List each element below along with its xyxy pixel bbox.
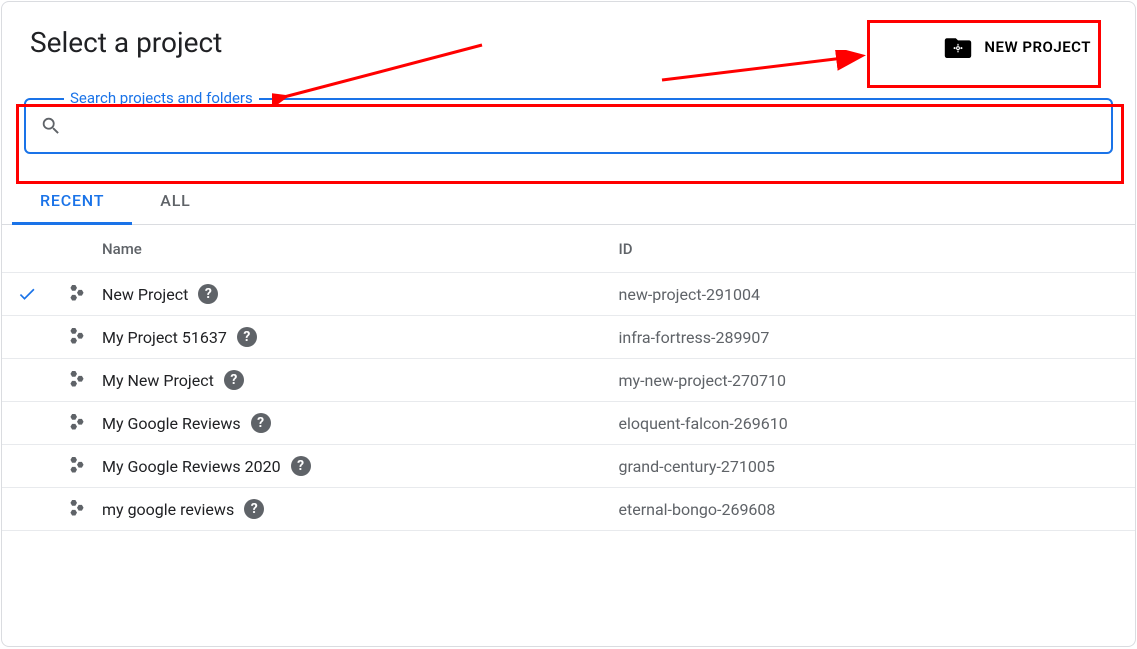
new-project-folder-icon <box>944 36 972 58</box>
table-row[interactable]: New Project?new-project-291004 <box>2 273 1135 316</box>
help-icon[interactable]: ? <box>244 499 264 519</box>
table-row[interactable]: My Google Reviews?eloquent-falcon-269610 <box>2 402 1135 445</box>
project-name-cell: My New Project? <box>102 370 619 390</box>
table-row[interactable]: my google reviews?eternal-bongo-269608 <box>2 488 1135 531</box>
new-project-label: NEW PROJECT <box>984 38 1091 56</box>
project-id: my-new-project-270710 <box>619 371 1136 390</box>
help-icon[interactable]: ? <box>291 456 311 476</box>
tab-recent[interactable]: RECENT <box>12 179 132 225</box>
search-icon <box>40 115 62 137</box>
projects-table: Name ID New Project?new-project-291004My… <box>2 225 1135 531</box>
search-wrapper: Search projects and folders <box>24 98 1113 154</box>
dialog-title: Select a project <box>30 26 222 59</box>
project-name: My Google Reviews <box>102 414 241 433</box>
project-type-icon <box>52 285 102 303</box>
table-row[interactable]: My New Project?my-new-project-270710 <box>2 359 1135 402</box>
column-header-id[interactable]: ID <box>619 240 1136 258</box>
select-project-dialog: Select a project <box>1 1 1136 647</box>
project-type-icon <box>52 328 102 346</box>
help-icon[interactable]: ? <box>224 370 244 390</box>
project-id: eternal-bongo-269608 <box>619 500 1136 519</box>
project-name-cell: My Google Reviews? <box>102 413 619 433</box>
tabs: RECENT ALL <box>2 178 1135 225</box>
project-name: My Google Reviews 2020 <box>102 457 281 476</box>
search-field[interactable]: Search projects and folders <box>24 98 1113 154</box>
table-row[interactable]: My Google Reviews 2020?grand-century-271… <box>2 445 1135 488</box>
project-name-cell: New Project? <box>102 284 619 304</box>
project-id: infra-fortress-289907 <box>619 328 1136 347</box>
help-icon[interactable]: ? <box>198 284 218 304</box>
project-id: grand-century-271005 <box>619 457 1136 476</box>
project-name-cell: My Project 51637? <box>102 327 619 347</box>
new-project-button[interactable]: NEW PROJECT <box>928 26 1107 68</box>
table-row[interactable]: My Project 51637?infra-fortress-289907 <box>2 316 1135 359</box>
project-name-cell: My Google Reviews 2020? <box>102 456 619 476</box>
selected-check-icon <box>2 284 52 304</box>
project-name-cell: my google reviews? <box>102 499 619 519</box>
tab-all[interactable]: ALL <box>132 179 218 225</box>
search-legend: Search projects and folders <box>64 89 259 107</box>
help-icon[interactable]: ? <box>251 413 271 433</box>
column-header-name[interactable]: Name <box>102 240 619 258</box>
project-type-icon <box>52 414 102 432</box>
project-name: my google reviews <box>102 500 234 519</box>
project-type-icon <box>52 500 102 518</box>
project-id: new-project-291004 <box>619 285 1136 304</box>
project-type-icon <box>52 457 102 475</box>
search-input[interactable] <box>72 117 1097 135</box>
project-name: My Project 51637 <box>102 328 227 347</box>
table-header-row: Name ID <box>2 225 1135 273</box>
project-name: My New Project <box>102 371 214 390</box>
help-icon[interactable]: ? <box>237 327 257 347</box>
dialog-header: Select a project <box>2 26 1135 68</box>
project-id: eloquent-falcon-269610 <box>619 414 1136 433</box>
project-name: New Project <box>102 285 188 304</box>
project-type-icon <box>52 371 102 389</box>
